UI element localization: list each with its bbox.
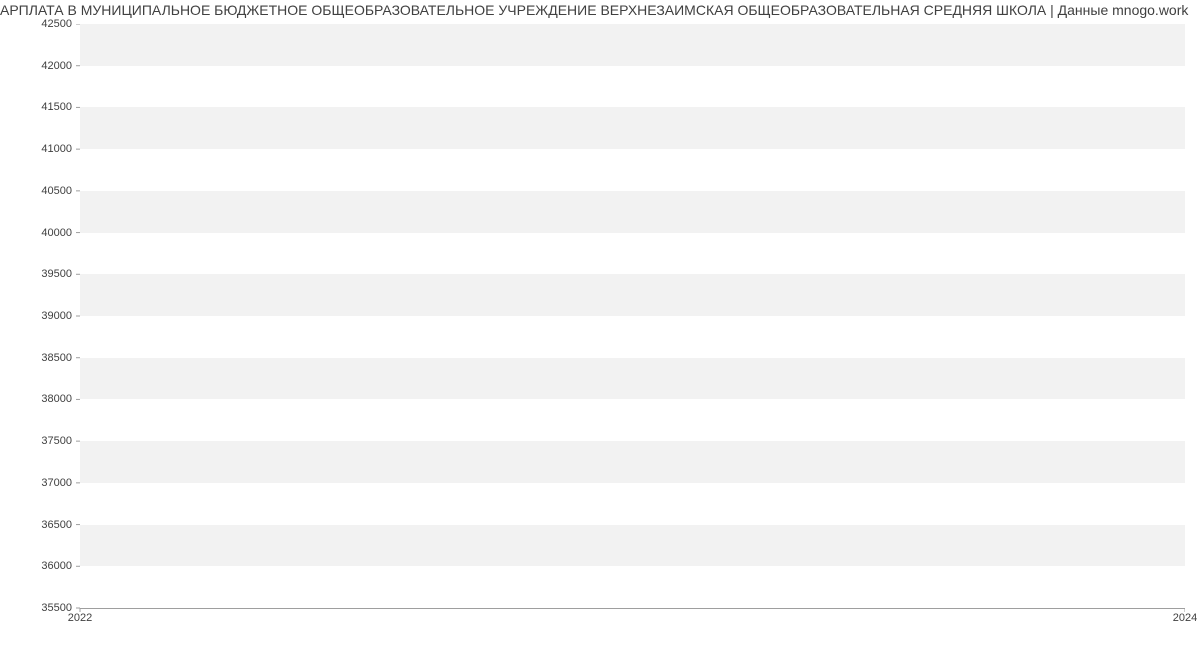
- y-tick-label: 41000: [41, 143, 72, 155]
- grid-band: [80, 441, 1185, 483]
- y-tick-label: 36500: [41, 519, 72, 531]
- y-tick-label: 40500: [41, 185, 72, 197]
- y-tick-label: 39500: [41, 268, 72, 280]
- grid-band: [80, 149, 1185, 191]
- y-tick-label: 36000: [41, 560, 72, 572]
- grid-band: [80, 24, 1185, 66]
- plot-area: [80, 24, 1185, 608]
- y-tick-label: 42500: [41, 18, 72, 30]
- grid-band: [80, 66, 1185, 108]
- chart-container: АРПЛАТА В МУНИЦИПАЛЬНОЕ БЮДЖЕТНОЕ ОБЩЕОБ…: [0, 0, 1200, 650]
- grid-band: [80, 358, 1185, 400]
- y-tick-label: 42000: [41, 60, 72, 72]
- grid-band: [80, 107, 1185, 149]
- grid-band: [80, 316, 1185, 358]
- grid-band: [80, 191, 1185, 233]
- y-tick-label: 38500: [41, 352, 72, 364]
- grid-band: [80, 566, 1185, 608]
- grid-band: [80, 483, 1185, 525]
- y-tick-label: 40000: [41, 227, 72, 239]
- x-tick-label: 2024: [1173, 612, 1197, 624]
- y-tick-label: 37000: [41, 477, 72, 489]
- y-tick-label: 38000: [41, 393, 72, 405]
- chart-title: АРПЛАТА В МУНИЦИПАЛЬНОЕ БЮДЖЕТНОЕ ОБЩЕОБ…: [0, 2, 1200, 18]
- grid-band: [80, 399, 1185, 441]
- grid-band: [80, 274, 1185, 316]
- grid-band: [80, 233, 1185, 275]
- grid-band: [80, 525, 1185, 567]
- x-tick-label: 2022: [68, 612, 92, 624]
- y-tick-label: 37500: [41, 435, 72, 447]
- y-tick-label: 41500: [41, 101, 72, 113]
- y-tick-label: 39000: [41, 310, 72, 322]
